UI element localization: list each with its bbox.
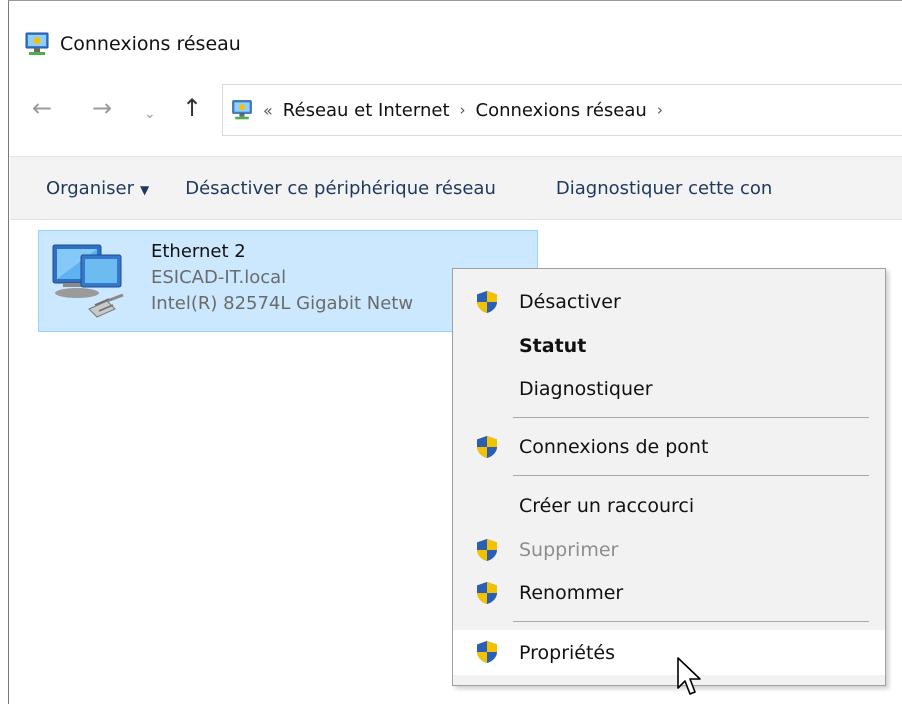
- adapter-name: Ethernet 2: [151, 241, 246, 262]
- organise-button[interactable]: Organiser ▼: [10, 178, 149, 199]
- menu-item-label: Statut: [519, 335, 587, 357]
- network-location-icon: [231, 99, 253, 121]
- window-title: Connexions réseau: [60, 33, 241, 55]
- navigation-bar: ← → ⌄ ↑ « Réseau et Internet › Connexion…: [24, 80, 902, 144]
- uac-shield-icon: [475, 435, 499, 459]
- menu-item-status[interactable]: Statut: [453, 325, 885, 367]
- recent-locations-chevron-icon[interactable]: ⌄: [144, 102, 156, 126]
- menu-item-label: Propriétés: [519, 642, 616, 664]
- breadcrumb-separator-icon[interactable]: ›: [460, 101, 466, 119]
- dropdown-caret-icon: ▼: [139, 182, 150, 197]
- organise-label: Organiser: [46, 177, 134, 199]
- breadcrumb-network-connections[interactable]: Connexions réseau: [476, 100, 647, 121]
- menu-item-diagnose[interactable]: Diagnostiquer: [453, 368, 885, 410]
- menu-item-label: Désactiver: [519, 291, 621, 313]
- command-bar: Organiser ▼ Désactiver ce périphérique ré…: [10, 156, 902, 220]
- menu-separator: [513, 621, 869, 622]
- up-arrow-icon[interactable]: ↑: [182, 96, 202, 120]
- address-bar[interactable]: « Réseau et Internet › Connexions réseau…: [222, 84, 902, 136]
- diagnose-connection-button[interactable]: Diagnostiquer cette con: [496, 178, 772, 199]
- network-connections-icon: [24, 31, 50, 57]
- menu-item-bridge-connections[interactable]: Connexions de pont: [453, 426, 885, 468]
- menu-separator: [513, 475, 869, 476]
- ethernet-adapter-icon: [52, 244, 124, 318]
- forward-arrow-icon[interactable]: →: [92, 96, 112, 120]
- uac-shield-icon: [475, 290, 499, 314]
- menu-item-label: Renommer: [519, 582, 624, 604]
- mouse-pointer-icon: [677, 657, 701, 695]
- menu-item-label: Diagnostiquer: [519, 378, 653, 400]
- menu-separator: [513, 417, 869, 418]
- adapter-device: Intel(R) 82574L Gigabit Netw: [151, 293, 414, 314]
- menu-item-label: Supprimer: [519, 539, 619, 561]
- uac-shield-icon: [475, 581, 499, 605]
- context-menu: Désactiver Statut Diagnostiquer Connexio…: [452, 268, 886, 686]
- back-arrow-icon[interactable]: ←: [32, 96, 52, 120]
- disable-device-button[interactable]: Désactiver ce périphérique réseau: [149, 178, 496, 199]
- menu-item-properties[interactable]: Propriétés: [453, 630, 885, 675]
- hidden-crumbs-icon[interactable]: «: [263, 101, 273, 120]
- uac-shield-icon: [475, 538, 499, 562]
- adapter-network: ESICAD-IT.local: [151, 267, 287, 288]
- menu-item-create-shortcut[interactable]: Créer un raccourci: [453, 485, 885, 527]
- menu-item-label: Connexions de pont: [519, 436, 709, 458]
- title-bar: Connexions réseau: [24, 24, 241, 64]
- breadcrumb-network-internet[interactable]: Réseau et Internet: [283, 100, 450, 121]
- menu-item-rename[interactable]: Renommer: [453, 572, 885, 614]
- menu-item-disable[interactable]: Désactiver: [453, 281, 885, 323]
- breadcrumb-separator-icon[interactable]: ›: [657, 101, 663, 119]
- uac-shield-icon: [475, 640, 499, 664]
- menu-item-delete: Supprimer: [453, 529, 885, 571]
- menu-item-label: Créer un raccourci: [519, 495, 695, 517]
